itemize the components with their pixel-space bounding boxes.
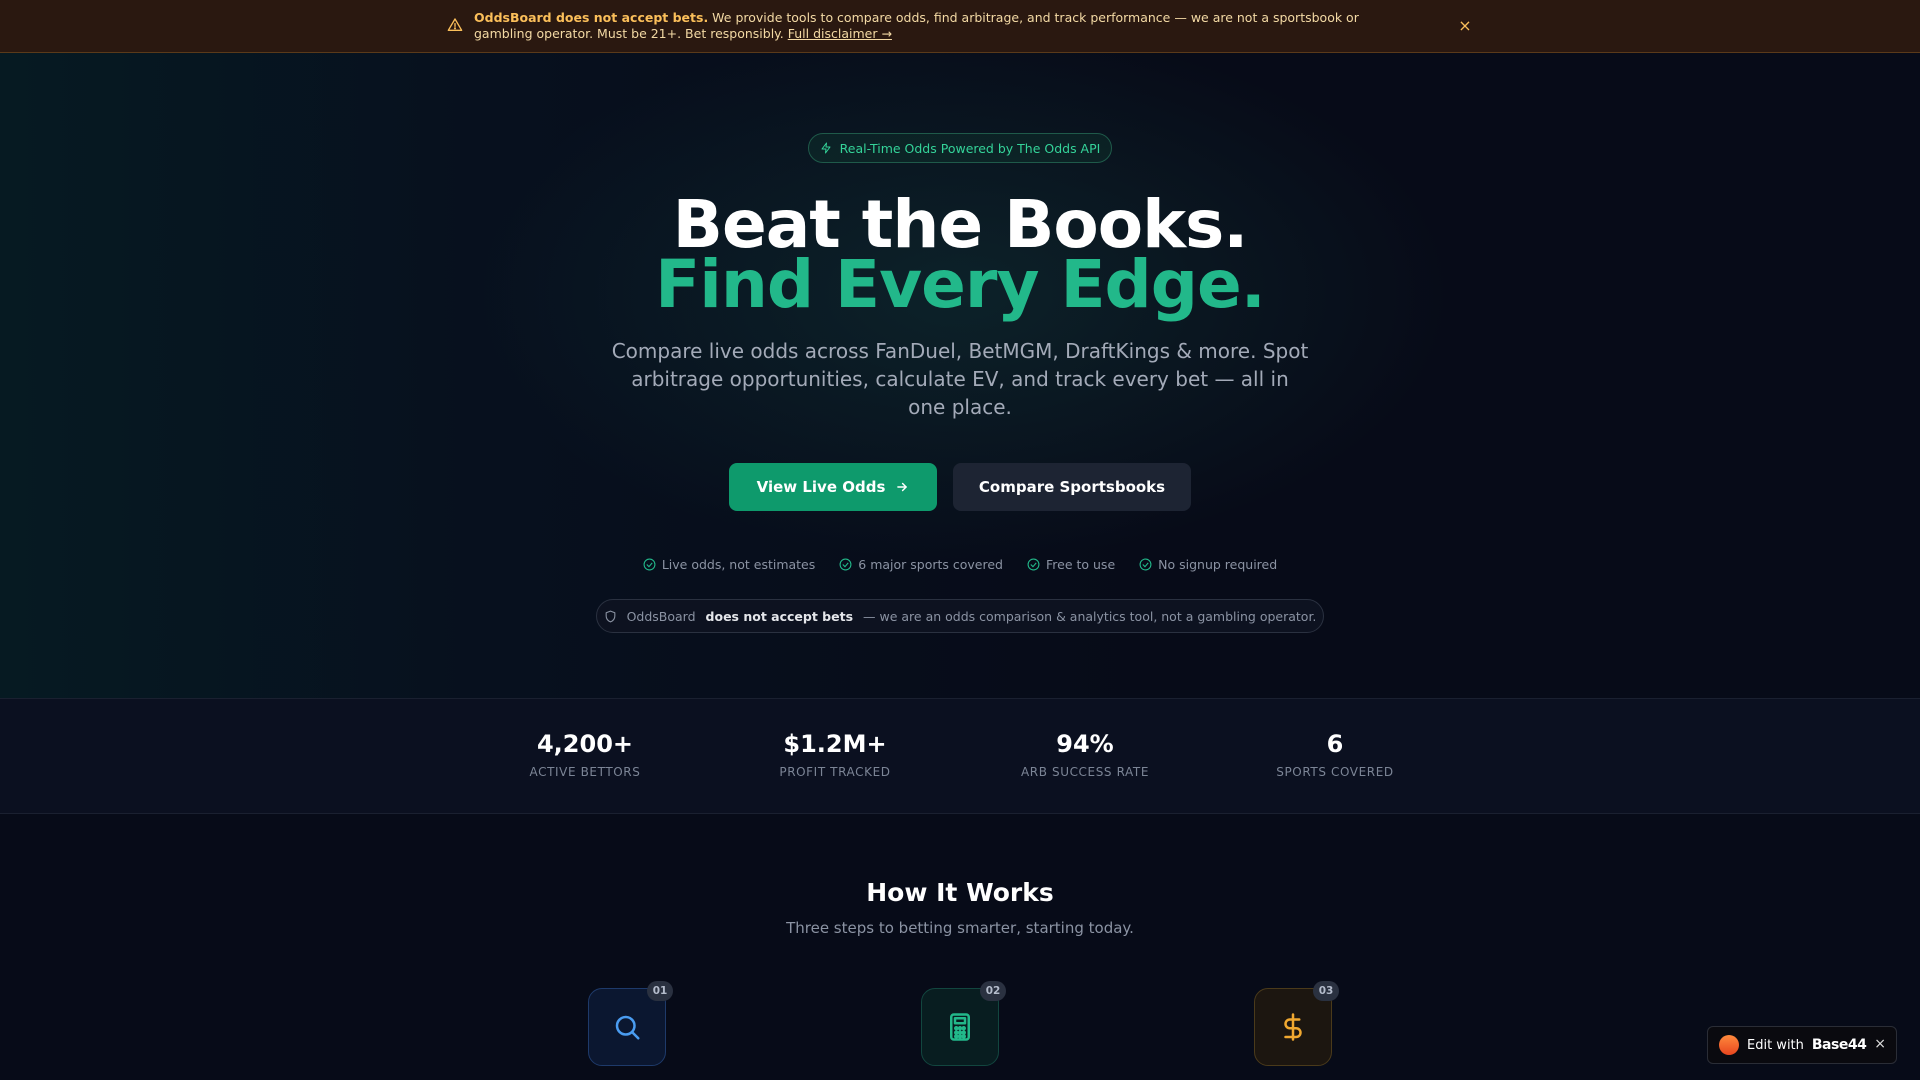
check-label: 6 major sports covered xyxy=(858,557,1003,572)
compare-sportsbooks-button[interactable]: Compare Sportsbooks xyxy=(953,463,1191,511)
base44-logo-icon xyxy=(1719,1035,1739,1055)
stat-arb-success: 94% ARB SUCCESS RATE xyxy=(975,729,1195,779)
step-number: 01 xyxy=(647,981,673,1001)
pill-label: Real-Time Odds Powered by The Odds API xyxy=(839,140,1101,156)
check-item: No signup required xyxy=(1139,557,1277,572)
stat-label: SPORTS COVERED xyxy=(1276,765,1394,779)
check-item: 6 major sports covered xyxy=(839,557,1003,572)
stat-value: 6 xyxy=(1326,730,1344,758)
notice-brand: OddsBoard xyxy=(626,608,696,624)
check-circle-icon xyxy=(1139,558,1152,571)
notice-text: — we are an odds comparison & analytics … xyxy=(863,608,1317,624)
check-circle-icon xyxy=(643,558,656,571)
stat-label: ACTIVE BETTORS xyxy=(529,765,641,779)
view-live-odds-button[interactable]: View Live Odds xyxy=(729,463,937,511)
stat-sports-covered: 6 SPORTS COVERED xyxy=(1225,729,1445,779)
stat-active-bettors: 4,200+ ACTIVE BETTORS xyxy=(475,729,695,779)
check-label: Live odds, not estimates xyxy=(661,557,816,572)
hero-title-line2: Find Every Edge. xyxy=(655,246,1266,323)
how-it-works-title: How It Works xyxy=(866,878,1054,907)
stat-profit-tracked: $1.2M+ PROFIT TRACKED xyxy=(725,729,945,779)
step-number: 03 xyxy=(1313,981,1339,1001)
check-circle-icon xyxy=(839,558,852,571)
arrow-right-icon xyxy=(897,482,908,492)
stat-value: 94% xyxy=(1056,730,1114,758)
stat-label: ARB SUCCESS RATE xyxy=(1020,765,1150,779)
check-label: No signup required xyxy=(1158,557,1278,572)
step-card-3: 03 xyxy=(1254,981,1339,1066)
lightning-icon xyxy=(821,142,831,154)
notice-bold: does not accept bets xyxy=(705,608,854,624)
edit-with-badge[interactable]: Edit with Base44 × xyxy=(1707,1026,1897,1064)
disclaimer-banner: OddsBoard does not accept bets. We provi… xyxy=(0,0,1920,53)
how-it-works-subtitle: Three steps to betting smarter, starting… xyxy=(786,919,1134,937)
stat-value: $1.2M+ xyxy=(783,730,887,758)
stats-bar: 4,200+ ACTIVE BETTORS $1.2M+ PROFIT TRAC… xyxy=(0,698,1920,814)
stat-value: 4,200+ xyxy=(536,730,634,758)
no-bets-notice: OddsBoard does not accept bets — we are … xyxy=(596,599,1324,633)
banner-close-button[interactable]: × xyxy=(1455,16,1475,36)
dollar-icon xyxy=(1284,1013,1302,1041)
check-label: Free to use xyxy=(1045,557,1116,572)
calculator-icon xyxy=(950,1013,970,1041)
powered-by-pill: Real-Time Odds Powered by The Odds API xyxy=(808,133,1112,163)
view-live-odds-label: View Live Odds xyxy=(756,478,886,496)
feature-checks: Live odds, not estimates 6 major sports … xyxy=(0,557,1920,572)
banner-message: OddsBoard does not accept bets. We provi… xyxy=(474,10,1394,42)
step-card-1: 01 xyxy=(588,981,673,1066)
stat-label: PROFIT TRACKED xyxy=(779,765,891,779)
step-number: 02 xyxy=(980,981,1006,1001)
check-item: Free to use xyxy=(1027,557,1115,572)
badge-brand: Base44 xyxy=(1811,1037,1867,1053)
check-circle-icon xyxy=(1027,558,1040,571)
compare-sportsbooks-label: Compare Sportsbooks xyxy=(978,478,1166,496)
badge-close-button[interactable]: × xyxy=(1874,1036,1886,1052)
check-item: Live odds, not estimates xyxy=(643,557,815,572)
shield-icon xyxy=(605,610,615,622)
hero-subtitle: Compare live odds across FanDuel, BetMGM… xyxy=(611,339,1309,419)
full-disclaimer-link[interactable]: Full disclaimer → xyxy=(788,26,892,41)
search-icon xyxy=(615,1015,640,1040)
banner-bold-text: OddsBoard does not accept bets. xyxy=(474,10,709,25)
badge-prefix: Edit with xyxy=(1747,1037,1804,1053)
step-card-2: 02 xyxy=(921,981,1006,1066)
warning-icon xyxy=(447,18,463,31)
